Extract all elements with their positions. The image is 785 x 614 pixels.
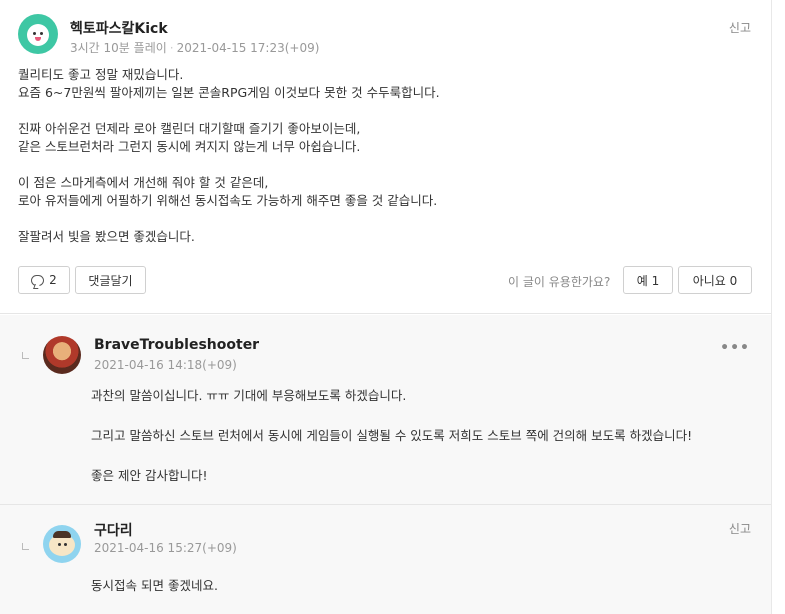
helpful-question: 이 글이 유용한가요?	[508, 275, 611, 289]
report-link[interactable]: 신고	[729, 19, 751, 36]
comment-count-button[interactable]: 2	[18, 266, 70, 294]
review-line: 퀄리티도 좋고 정말 재밌습니다.	[18, 67, 184, 82]
comment-item: BraveTroubleshooter 2021-04-16 14:18(+09…	[0, 315, 771, 505]
comment-line: 좋은 제안 감사합니다!	[91, 468, 208, 483]
review-line: 같은 스토브런처라 그런지 동시에 켜지지 않는게 너무 아쉽습니다.	[18, 139, 361, 154]
comment-author[interactable]: 구다리	[94, 520, 133, 540]
review-line: 잘팔려서 빛을 봤으면 좋겠습니다.	[18, 229, 195, 244]
comment-item: 구다리 2021-04-16 15:27(+09) 신고 동시접속 되면 좋겠네…	[0, 506, 771, 614]
playtime: 3시간 10분 플레이	[70, 41, 167, 55]
review-author[interactable]: 헥토파스칼Kick	[70, 18, 168, 38]
review-main: 헥토파스칼Kick 3시간 10분 플레이 · 2021-04-15 17:23(+…	[0, 0, 771, 314]
meta-separator: ·	[169, 41, 174, 55]
reply-arrow-icon	[22, 543, 29, 550]
comment-author[interactable]: BraveTroubleshooter	[94, 337, 259, 353]
comments-section: BraveTroubleshooter 2021-04-16 14:18(+09…	[0, 315, 771, 614]
reply-arrow-icon	[22, 352, 29, 359]
helpful-no-button[interactable]: 아니요 0	[678, 266, 752, 294]
review-line: 진짜 아쉬운건 던제라 로아 캘린더 대기할때 즐기기 좋아보이는데,	[18, 121, 361, 136]
review-meta: 3시간 10분 플레이 · 2021-04-15 17:23(+09)	[70, 39, 319, 56]
comment-date: 2021-04-16 14:18(+09)	[94, 358, 237, 372]
comment-line: 과찬의 말씀이십니다. ㅠㅠ 기대에 부응해보도록 하겠습니다.	[91, 388, 407, 403]
comment-line: 그리고 말씀하신 스토브 런처에서 동시에 게임들이 실행될 수 있도록 저희도…	[91, 428, 693, 443]
more-options-icon[interactable]: •••	[720, 340, 750, 356]
review-body: 퀄리티도 좋고 정말 재밌습니다. 요즘 6~7만원씩 팔아제끼는 일본 콘솔R…	[18, 66, 758, 246]
review-date: 2021-04-15 17:23(+09)	[176, 41, 320, 55]
review-line: 이 점은 스마게측에서 개선해 줘야 할 것 같은데,	[18, 175, 269, 190]
avatar-face-icon	[27, 24, 49, 46]
comment-body: 동시접속 되면 좋겠네요.	[91, 576, 218, 596]
review-card: 헥토파스칼Kick 3시간 10분 플레이 · 2021-04-15 17:23(+…	[0, 0, 772, 614]
comment-body: 과찬의 말씀이십니다. ㅠㅠ 기대에 부응해보도록 하겠습니다. 그리고 말씀하…	[91, 386, 692, 486]
write-comment-button[interactable]: 댓글달기	[75, 266, 146, 294]
avatar[interactable]	[43, 525, 81, 563]
helpful-yes-button[interactable]: 예 1	[623, 266, 673, 294]
avatar[interactable]	[43, 336, 81, 374]
comment-bubble-icon	[31, 274, 45, 286]
comment-date: 2021-04-16 15:27(+09)	[94, 541, 237, 555]
review-line: 로아 유저들에게 어필하기 위해선 동시접속도 가능하게 해주면 좋을 것 같습…	[18, 193, 438, 208]
avatar[interactable]	[18, 14, 58, 54]
comment-line: 동시접속 되면 좋겠네요.	[91, 578, 218, 593]
report-link[interactable]: 신고	[729, 520, 751, 537]
review-line: 요즘 6~7만원씩 팔아제끼는 일본 콘솔RPG게임 이것보다 못한 것 수두룩…	[18, 85, 440, 100]
comment-count: 2	[49, 273, 57, 287]
